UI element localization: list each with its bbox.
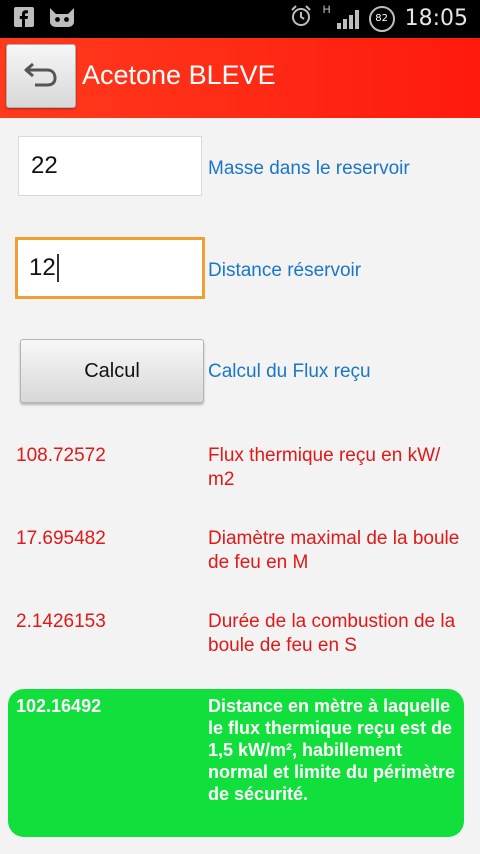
diameter-value: 17.695482	[16, 528, 106, 549]
status-bar: H 82 18:05	[0, 0, 480, 38]
safety-distance-label: Distance en mètre à laquelle le flux the…	[208, 696, 456, 804]
duration-label: Durée de la combustion de la boule de fe…	[208, 611, 456, 656]
battery-level: 82	[375, 13, 388, 24]
action-bar: Acetone BLEVE	[0, 38, 480, 118]
alarm-icon	[289, 4, 313, 33]
safety-distance-value: 102.16492	[16, 696, 102, 716]
masse-input[interactable]: 22	[18, 136, 202, 196]
distance-label: Distance réservoir	[208, 260, 362, 281]
masse-label: Masse dans le reservoir	[208, 158, 410, 179]
distance-input-value: 12	[29, 254, 56, 281]
flux-label: Flux thermique reçu en kW/ m2	[208, 445, 441, 490]
page-title: Acetone BLEVE	[82, 60, 276, 90]
safety-distance-panel: 102.16492 Distance en mètre à laquelle l…	[8, 689, 464, 837]
duration-value: 2.1426153	[16, 611, 106, 632]
masse-input-value: 22	[31, 152, 58, 179]
back-arrow-icon	[23, 60, 59, 93]
text-caret	[56, 254, 59, 282]
back-button[interactable]	[6, 44, 76, 108]
cat-icon	[48, 6, 76, 33]
status-time: 18:05	[404, 6, 468, 31]
facebook-icon	[14, 7, 34, 32]
flux-value: 108.72572	[16, 445, 106, 466]
network-type: H	[322, 4, 331, 16]
signal-icon	[336, 9, 359, 29]
distance-input[interactable]: 12	[15, 237, 205, 299]
diameter-label: Diamètre maximal de la boule de feu en M	[208, 528, 460, 573]
battery-icon: 82	[368, 5, 395, 32]
calcul-button[interactable]: Calcul	[20, 339, 204, 403]
calcul-label: Calcul du Flux reçu	[208, 361, 371, 382]
